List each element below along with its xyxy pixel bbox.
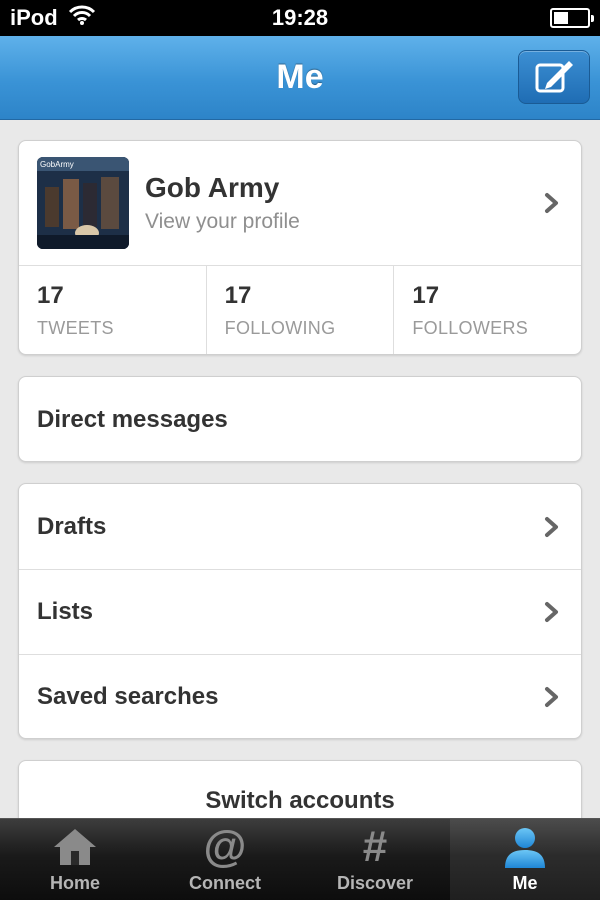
stat-label: FOLLOWING bbox=[224, 318, 336, 338]
direct-messages-card: Direct messages bbox=[18, 376, 582, 462]
compose-icon bbox=[535, 61, 573, 93]
tab-label: Discover bbox=[336, 873, 414, 893]
tab-label: Home bbox=[49, 873, 100, 893]
menu-card: Drafts Lists Saved searches bbox=[18, 483, 582, 739]
battery-level bbox=[554, 12, 569, 24]
home-icon bbox=[51, 825, 99, 869]
tab-discover[interactable]: # Discover bbox=[300, 819, 450, 900]
profile-name: Gob Army bbox=[145, 172, 280, 203]
tab-connect[interactable]: @ Connect bbox=[150, 819, 300, 900]
profile-card: GobArmy Gob Army View your profile 17 TW… bbox=[18, 140, 582, 355]
menu-item-drafts[interactable]: Drafts bbox=[19, 484, 581, 569]
profile-subtitle: View your profile bbox=[145, 210, 300, 233]
compose-button[interactable] bbox=[518, 50, 590, 104]
tab-bar: Home @ Connect # Discover Me bbox=[0, 818, 600, 900]
avatar: GobArmy bbox=[37, 157, 129, 249]
status-left: iPod bbox=[10, 4, 96, 32]
stat-label: TWEETS bbox=[37, 318, 114, 338]
carrier-label: iPod bbox=[10, 5, 58, 30]
profile-stats: 17 TWEETS 17 FOLLOWING 17 FOLLOWERS bbox=[19, 265, 581, 354]
chevron-right-icon bbox=[545, 687, 558, 707]
stat-label: FOLLOWERS bbox=[412, 318, 529, 338]
stat-count: 17 bbox=[224, 282, 252, 309]
menu-item-lists[interactable]: Lists bbox=[19, 569, 581, 654]
stat-count: 17 bbox=[412, 282, 440, 309]
hash-icon: # bbox=[362, 822, 388, 871]
stat-tweets[interactable]: 17 TWEETS bbox=[19, 266, 206, 354]
stat-count: 17 bbox=[37, 282, 64, 309]
menu-item-label: Drafts bbox=[37, 512, 107, 540]
chevron-right-icon bbox=[545, 602, 558, 622]
switch-accounts-button[interactable]: Switch accounts bbox=[19, 761, 581, 815]
wifi-icon bbox=[68, 4, 96, 32]
stat-following[interactable]: 17 FOLLOWING bbox=[205, 266, 394, 354]
battery-icon bbox=[550, 8, 594, 28]
profile-text: Gob Army View your profile bbox=[145, 172, 300, 234]
tab-label: Me bbox=[512, 873, 538, 893]
person-icon bbox=[501, 825, 549, 869]
direct-messages-label: Direct messages bbox=[37, 405, 228, 433]
stat-followers[interactable]: 17 FOLLOWERS bbox=[393, 266, 581, 354]
tab-home[interactable]: Home bbox=[0, 819, 150, 900]
at-icon: @ bbox=[203, 822, 247, 871]
status-bar: iPod 19:28 bbox=[0, 0, 600, 36]
menu-item-label: Saved searches bbox=[37, 683, 219, 710]
tab-label: Connect bbox=[189, 873, 261, 893]
profile-row[interactable]: GobArmy Gob Army View your profile bbox=[19, 141, 581, 265]
menu-item-saved-searches[interactable]: Saved searches bbox=[19, 654, 581, 738]
tab-me[interactable]: Me bbox=[450, 819, 600, 900]
chevron-right-icon bbox=[545, 516, 558, 537]
page-title: Me bbox=[276, 58, 324, 96]
direct-messages-item[interactable]: Direct messages bbox=[19, 377, 581, 461]
menu-item-label: Lists bbox=[37, 598, 94, 625]
nav-bar: Me bbox=[0, 36, 600, 120]
chevron-right-icon bbox=[545, 193, 558, 213]
avatar-caption: GobArmy bbox=[40, 160, 74, 169]
